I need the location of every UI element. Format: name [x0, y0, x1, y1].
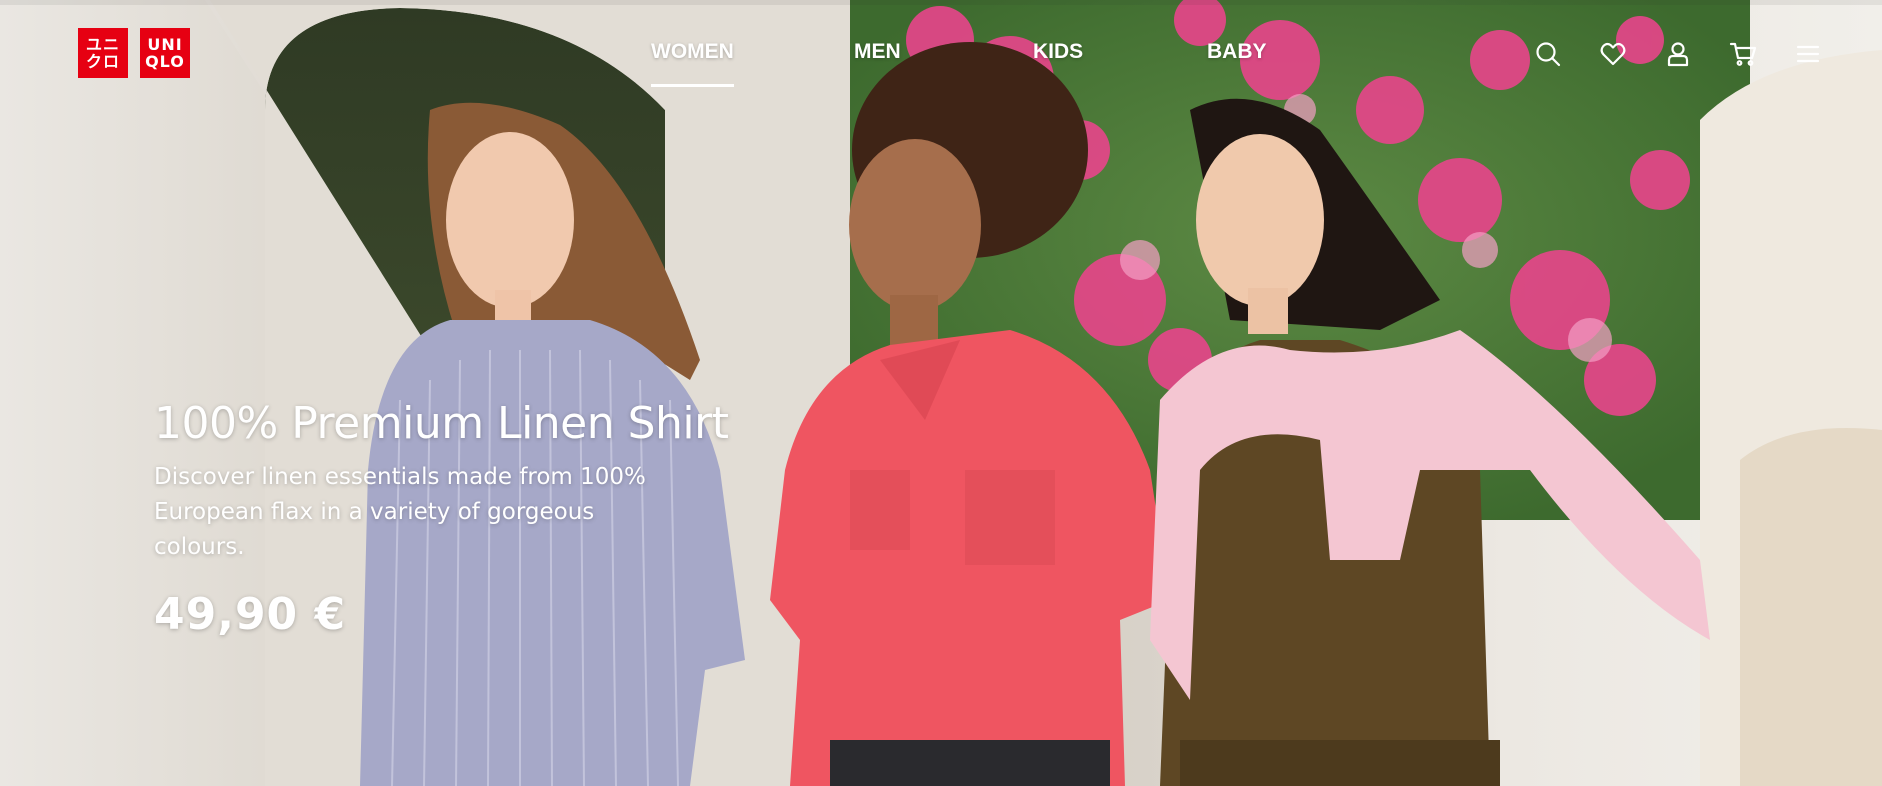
nav-item-baby[interactable]: BABY [1207, 40, 1267, 64]
menu-icon[interactable] [1794, 40, 1822, 68]
nav-item-men[interactable]: MEN [854, 40, 901, 64]
hero-banner[interactable]: ユニ クロ UNI QLO WOMEN MEN KIDS BABY 100% P… [0, 0, 1882, 786]
hero-description: Discover linen essentials made from 100%… [154, 464, 646, 560]
hero-image [0, 0, 1882, 786]
cart-icon[interactable] [1729, 40, 1757, 68]
nav-item-women[interactable]: WOMEN [651, 40, 734, 87]
hero-title[interactable]: 100% Premium Linen Shirt [154, 396, 744, 452]
hero-copy: 100% Premium Linen Shirt Discover linen … [154, 396, 744, 643]
hero-price: 49,90 € [154, 589, 347, 640]
nav-item-kids[interactable]: KIDS [1033, 40, 1083, 64]
heart-icon[interactable] [1599, 40, 1627, 68]
user-icon[interactable] [1664, 40, 1692, 68]
search-icon[interactable] [1534, 40, 1562, 68]
top-strip [0, 0, 1882, 5]
page: ユニ クロ UNI QLO WOMEN MEN KIDS BABY 100% P… [0, 0, 1882, 786]
utility-nav [1534, 40, 1822, 68]
